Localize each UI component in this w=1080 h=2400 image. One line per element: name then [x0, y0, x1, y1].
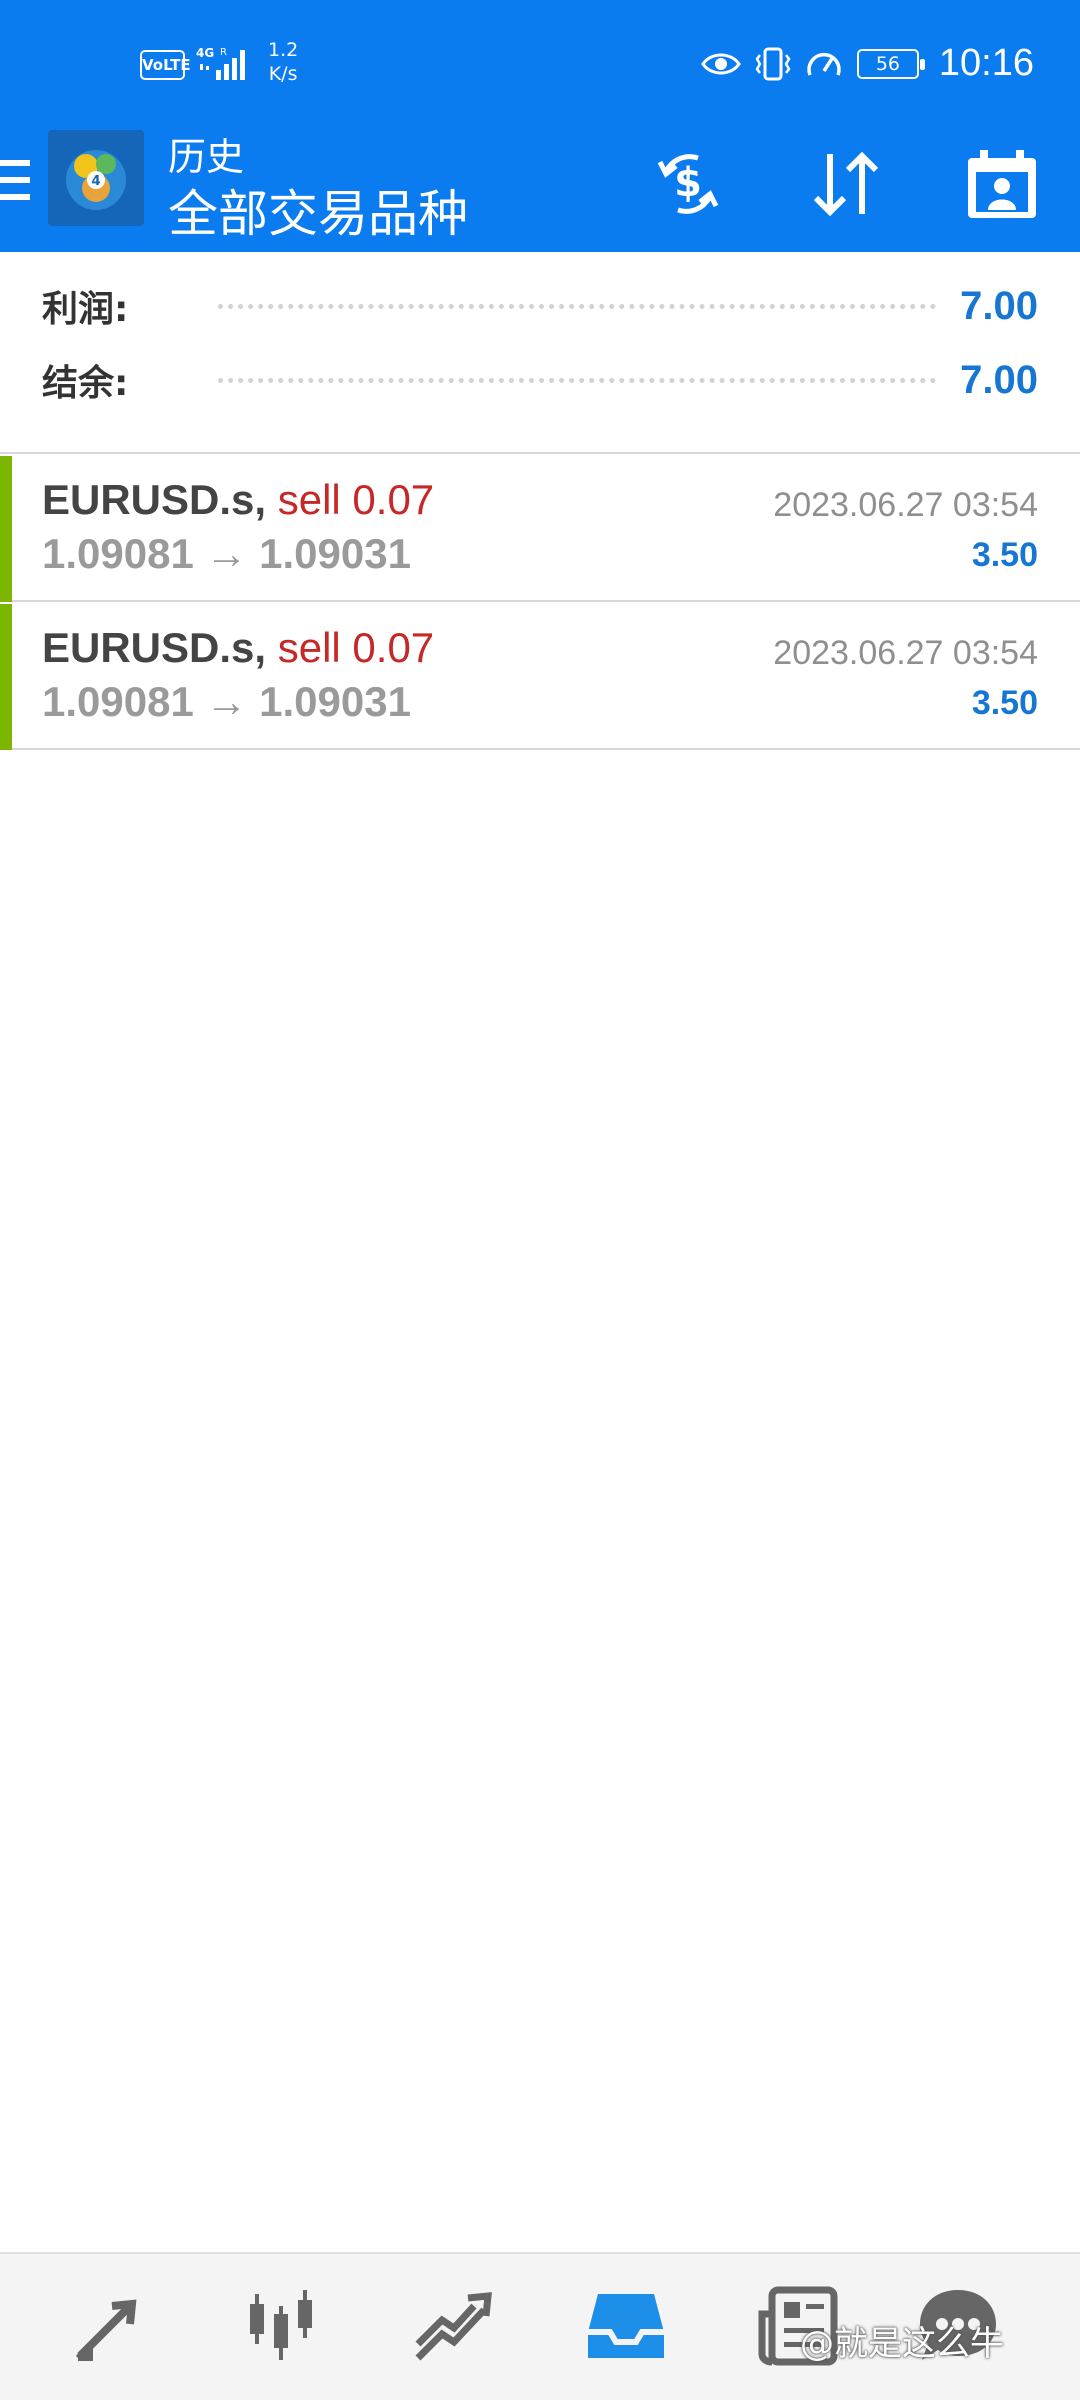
signal-icon: 4G R — [196, 46, 245, 80]
deal-datetime: 2023.06.27 03:54 — [773, 486, 1038, 524]
deal-status-bar — [0, 456, 12, 602]
menu-icon[interactable] — [0, 160, 30, 210]
watermark: @就是这么牛 — [800, 2324, 1004, 2364]
deposit-withdraw-icon[interactable]: $ — [648, 144, 728, 224]
net-speed-value: 1.2 — [268, 39, 299, 61]
quotes-icon[interactable] — [68, 2284, 152, 2368]
profit-value: 7.00 — [960, 283, 1038, 328]
dotted-leader — [218, 377, 937, 383]
app-bar-title[interactable]: 全部交易品种 — [168, 174, 468, 246]
deal-status-bar — [0, 604, 12, 750]
balance-value: 7.00 — [960, 357, 1038, 402]
history-icon[interactable] — [584, 2284, 668, 2368]
status-bar: VoLTE 4G R 1.2 K/s 56 10:16 — [0, 0, 1080, 130]
deal-datetime: 2023.06.27 03:54 — [773, 634, 1038, 672]
dotted-leader — [218, 303, 937, 309]
clock: 10:16 — [938, 42, 1034, 84]
deal-symbol: EURUSD.s, — [42, 476, 267, 523]
svg-text:4: 4 — [91, 174, 100, 189]
app-bar: 4 历史 全部交易品种 $ — [0, 120, 1080, 252]
net-speed-unit: K/s — [268, 63, 298, 85]
deal-title: EURUSD.s, sell 0.07 — [42, 476, 434, 524]
profit-label: 利润: — [42, 289, 129, 330]
trade-icon[interactable] — [412, 2284, 496, 2368]
deal-type-volume: sell 0.07 — [277, 624, 435, 671]
deal-type-volume: sell 0.07 — [277, 476, 435, 523]
battery-icon: 56 — [856, 48, 925, 79]
period-icon[interactable] — [962, 144, 1042, 224]
chart-icon[interactable] — [240, 2284, 324, 2368]
volte-badge: VoLTE — [140, 50, 191, 80]
balance-row: 结余: 7.00 — [42, 350, 1038, 410]
deal-row[interactable]: EURUSD.s, sell 0.07 1.09081 → 1.09031 20… — [0, 456, 1080, 602]
deal-row[interactable]: EURUSD.s, sell 0.07 1.09081 → 1.09031 20… — [0, 604, 1080, 750]
deal-profit: 3.50 — [971, 536, 1038, 574]
app-bar-subtitle: 历史 — [168, 135, 245, 179]
deal-title: EURUSD.s, sell 0.07 — [42, 624, 434, 672]
svg-text:R: R — [220, 47, 227, 58]
summary-panel: 利润: 7.00 结余: 7.00 — [0, 252, 1080, 454]
metatrader-logo: 4 — [48, 130, 144, 226]
svg-text:4G: 4G — [196, 46, 214, 60]
deal-prices: 1.09081 → 1.09031 — [42, 530, 411, 577]
sort-icon[interactable] — [806, 144, 886, 224]
status-right: 56 10:16 — [701, 42, 1034, 85]
speedometer-icon — [807, 52, 841, 76]
balance-label: 结余: — [42, 363, 129, 404]
deal-prices: 1.09081 → 1.09031 — [42, 678, 411, 725]
vibrate-icon — [755, 47, 791, 80]
network-speed: 1.2 K/s — [268, 38, 298, 86]
svg-text:$: $ — [674, 160, 702, 206]
deal-symbol: EURUSD.s, — [42, 624, 267, 671]
top-bar: VoLTE 4G R 1.2 K/s 56 10:16 4 历史 全部交易品种 … — [0, 0, 1080, 252]
eye-icon — [701, 53, 741, 74]
profit-row: 利润: 7.00 — [42, 276, 1038, 336]
deal-profit: 3.50 — [971, 684, 1038, 722]
